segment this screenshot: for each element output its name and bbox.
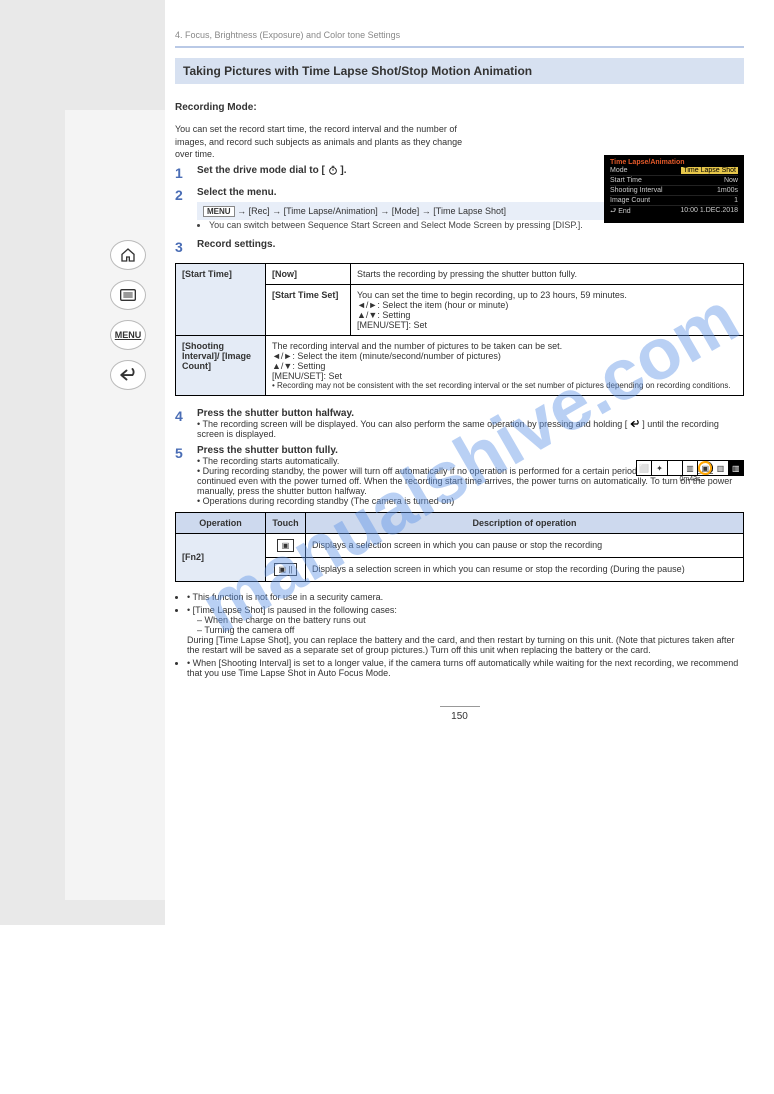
page-number: 150: [440, 706, 480, 722]
nav-list-button[interactable]: [110, 280, 146, 310]
step-3: 3 Record settings.: [175, 239, 744, 255]
touch-icon-1: ▣: [277, 539, 295, 552]
rec-mode-label: Recording Mode:: [175, 102, 257, 113]
clock-icon: [328, 165, 341, 176]
lcd-preview: Time Lapse/Animation ModeTime Lapse Shot…: [604, 155, 744, 223]
nav-back-button[interactable]: [110, 360, 146, 390]
icon-strip: ⬜✦▥▣▥▥ 0m43s: [636, 460, 744, 483]
touch-icon-2: ▣ ||: [274, 563, 298, 576]
nav-menu-button[interactable]: MENU: [110, 320, 146, 350]
content: manualshive.com 4. Focus, Brightness (Ex…: [165, 0, 774, 925]
settings-table: [Start Time] [Now] Starts the recording …: [175, 263, 744, 396]
operations-table: Operation Touch Description of operation…: [175, 512, 744, 582]
notes: • This function is not for use in a secu…: [175, 592, 744, 678]
step-4: 4 Press the shutter button halfway. • Th…: [175, 408, 744, 439]
sidebar: MENU: [0, 0, 165, 925]
intro-paragraph: You can set the record start time, the r…: [175, 123, 475, 161]
nav-home-button[interactable]: [110, 240, 146, 270]
breadcrumb: 4. Focus, Brightness (Exposure) and Colo…: [175, 30, 744, 40]
back-inline-icon: [630, 419, 643, 429]
section-heading: Taking Pictures with Time Lapse Shot/Sto…: [175, 58, 744, 84]
